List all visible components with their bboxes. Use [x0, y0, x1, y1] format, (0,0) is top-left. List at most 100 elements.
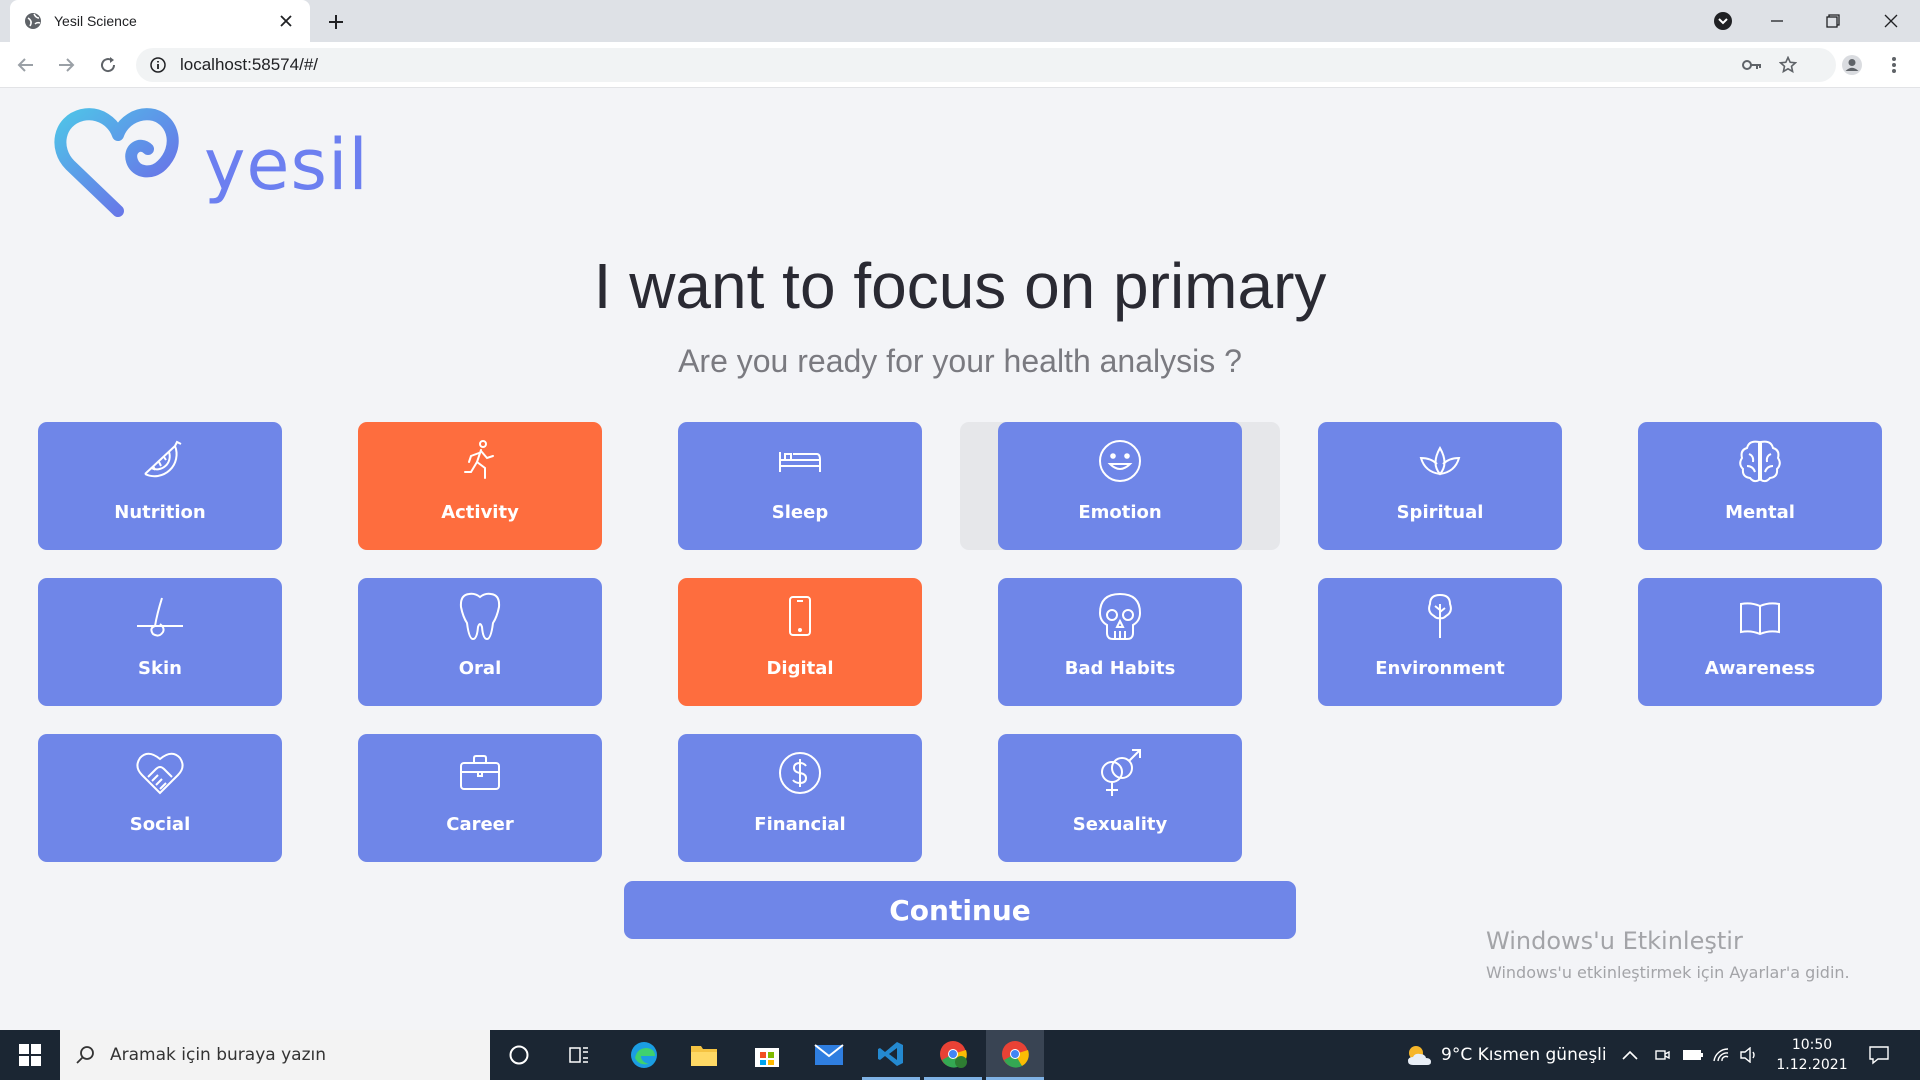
category-label: Nutrition [114, 502, 206, 523]
chrome-profile-icon[interactable] [924, 1030, 982, 1080]
dollar-icon [773, 746, 827, 800]
bookmark-star-icon[interactable] [1772, 48, 1804, 82]
volume-icon[interactable] [1740, 1030, 1758, 1080]
chrome-icon[interactable] [986, 1030, 1044, 1080]
task-view-icon[interactable] [550, 1030, 608, 1080]
category-sexuality[interactable]: Sexuality [998, 734, 1242, 862]
start-button[interactable] [0, 1030, 60, 1080]
cortana-icon[interactable] [490, 1030, 548, 1080]
info-icon[interactable] [150, 57, 166, 73]
heart-logo-icon [52, 107, 184, 223]
close-window-button[interactable] [1865, 0, 1917, 42]
category-label: Oral [458, 658, 502, 679]
taskbar-clock[interactable]: 10:50 1.12.2021 [1762, 1035, 1862, 1075]
windows-logo-icon [19, 1044, 41, 1066]
book-icon [1733, 590, 1787, 644]
windows-activation-watermark: Windows'u Etkinleştir Windows'u etkinleş… [1486, 927, 1850, 982]
back-button[interactable] [10, 49, 42, 81]
address-bar[interactable]: localhost:58574/#/ [136, 48, 1836, 82]
category-environment[interactable]: Environment [1318, 578, 1562, 706]
smile-icon [1093, 434, 1147, 488]
forward-button[interactable] [50, 49, 82, 81]
edge-browser-icon[interactable] [615, 1030, 673, 1080]
category-label: Skin [138, 658, 182, 679]
weather-widget[interactable]: 9°C Kısmen güneşli [1405, 1030, 1607, 1080]
page-title: I want to focus on primary [593, 250, 1327, 322]
category-label: Emotion [1078, 502, 1162, 523]
category-bad-habits[interactable]: Bad Habits [998, 578, 1242, 706]
minimize-button[interactable] [1751, 0, 1803, 42]
wifi-icon[interactable] [1712, 1030, 1730, 1080]
clock-date: 1.12.2021 [1776, 1057, 1848, 1073]
category-oral[interactable]: Oral [358, 578, 602, 706]
new-tab-button[interactable] [322, 8, 350, 36]
yesil-logo[interactable]: yesil [52, 107, 369, 223]
watermark-title: Windows'u Etkinleştir [1486, 927, 1743, 955]
search-placeholder: Aramak için buraya yazın [110, 1045, 326, 1065]
category-label: Sleep [771, 502, 829, 523]
category-label: Digital [766, 658, 834, 679]
weather-text: 9°C Kısmen güneşli [1441, 1045, 1607, 1065]
category-nutrition[interactable]: Nutrition [38, 422, 282, 550]
watermark-subtitle: Windows'u etkinleştirmek için Ayarlar'a … [1486, 963, 1850, 982]
category-grid: Nutrition Activity Sleep Emotion Spiritu… [38, 422, 1883, 862]
show-hidden-icons-chevron-icon[interactable] [1622, 1030, 1638, 1080]
key-icon[interactable] [1736, 48, 1768, 82]
profile-avatar-icon[interactable] [1836, 49, 1868, 81]
notification-center-icon[interactable] [1868, 1030, 1890, 1080]
category-label: Awareness [1704, 658, 1816, 679]
category-label: Spiritual [1396, 502, 1484, 523]
taskbar-search[interactable]: Aramak için buraya yazın [60, 1030, 490, 1080]
restore-button[interactable] [1807, 0, 1859, 42]
page-content: yesil I want to focus on primary Are you… [0, 89, 1920, 1030]
running-icon [453, 434, 507, 488]
bed-icon [773, 434, 827, 488]
category-emotion[interactable]: Emotion [998, 422, 1242, 550]
vscode-icon[interactable] [862, 1030, 920, 1080]
tooth-icon [453, 590, 507, 644]
clock-time: 10:50 [1791, 1037, 1833, 1053]
category-label: Social [129, 814, 191, 835]
category-awareness[interactable]: Awareness [1638, 578, 1882, 706]
browser-toolbar: localhost:58574/#/ [0, 42, 1920, 88]
windows-taskbar: Aramak için buraya yazın 9°C Kısmen güne… [0, 1030, 1920, 1080]
tab-title: Yesil Science [54, 13, 137, 29]
battery-icon[interactable] [1682, 1030, 1704, 1080]
tab-search-icon[interactable] [1697, 0, 1749, 42]
category-digital[interactable]: Digital [678, 578, 922, 706]
page-subtitle: Are you ready for your health analysis ? [678, 343, 1242, 379]
logo-text: yesil [204, 124, 369, 206]
mail-icon[interactable] [800, 1030, 858, 1080]
category-label: Financial [754, 814, 846, 835]
file-explorer-icon[interactable] [675, 1030, 733, 1080]
category-sleep[interactable]: Sleep [678, 422, 922, 550]
hair-follicle-icon [133, 590, 187, 644]
brain-icon [1733, 434, 1787, 488]
category-mental[interactable]: Mental [1638, 422, 1882, 550]
close-tab-icon[interactable] [276, 11, 296, 31]
handshake-heart-icon [133, 746, 187, 800]
search-icon [76, 1045, 96, 1065]
microsoft-store-icon[interactable] [738, 1030, 796, 1080]
lotus-icon [1413, 434, 1467, 488]
category-financial[interactable]: Financial [678, 734, 922, 862]
phone-icon [773, 590, 827, 644]
category-skin[interactable]: Skin [38, 578, 282, 706]
category-label: Sexuality [1072, 814, 1168, 835]
category-label: Activity [441, 502, 519, 523]
category-activity[interactable]: Activity [358, 422, 602, 550]
category-spiritual[interactable]: Spiritual [1318, 422, 1562, 550]
reload-button[interactable] [92, 49, 124, 81]
category-label: Bad Habits [1064, 658, 1176, 679]
continue-button[interactable]: Continue [624, 881, 1296, 939]
browser-tab[interactable]: Yesil Science [10, 0, 310, 42]
fruit-slice-icon [133, 434, 187, 488]
menu-kebab-icon[interactable] [1878, 49, 1910, 81]
category-career[interactable]: Career [358, 734, 602, 862]
meet-now-icon[interactable] [1654, 1030, 1670, 1080]
gender-icon [1093, 746, 1147, 800]
weather-sun-cloud-icon [1405, 1043, 1433, 1067]
category-label: Environment [1375, 658, 1505, 679]
category-social[interactable]: Social [38, 734, 282, 862]
category-label: Career [446, 814, 514, 835]
